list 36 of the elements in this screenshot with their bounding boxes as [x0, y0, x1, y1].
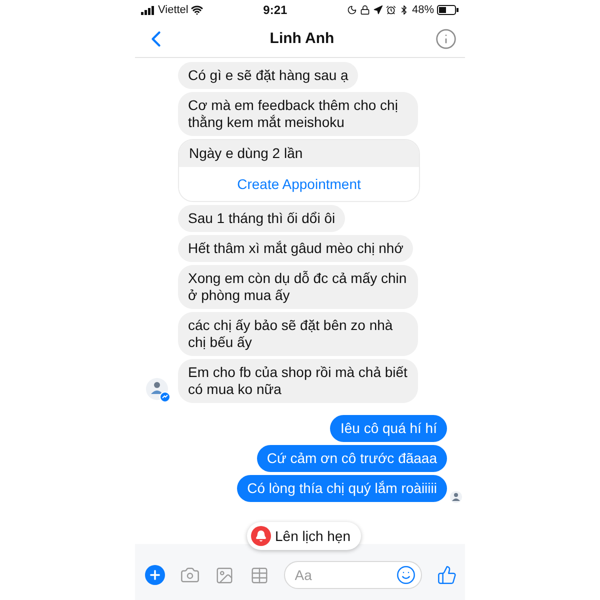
status-time: 9:21 [263, 3, 288, 17]
camera-button[interactable] [180, 565, 200, 585]
message-bubble: Cơ mà em feedback thêm cho chị thằng kem mắt meishoku [178, 92, 418, 136]
info-icon[interactable] [435, 28, 457, 50]
message-bubble: Hết thâm xì mắt gâud mèo chị nhớ [178, 235, 414, 262]
signal-icon [141, 6, 155, 14]
moon-icon [346, 5, 357, 15]
message-bubble: Cứ cảm ơn cô trước đãaaa [256, 445, 447, 472]
message-bubble: Có lòng thía chị quý lắm roàiiiii [237, 475, 447, 502]
message-bubble: Có gì e sẽ đặt hàng sau ạ [178, 62, 358, 89]
avatar-icon [145, 377, 171, 403]
battery-icon [437, 5, 459, 15]
message-field[interactable]: Aa [284, 561, 422, 589]
message-bubble: Em cho fb của shop rồi mà chả biết có mua ko nữa [178, 359, 418, 403]
reminder-button[interactable]: Lên lịch hẹn [247, 522, 361, 550]
wifi-icon [191, 4, 204, 16]
message-bubble: Xong em còn dụ dỗ đc cả mấy chin ở phòng mua ấy [178, 265, 418, 309]
table-button[interactable] [250, 566, 269, 584]
plus-icon [148, 568, 162, 582]
contact-name: Linh Anh [270, 30, 334, 47]
message-bubble: các chị ấy bảo sẽ đặt bên zo nhà chị bếu ấy [178, 312, 418, 356]
bluetooth-icon [398, 5, 409, 15]
gallery-button[interactable] [215, 566, 234, 584]
message-text: Ngày e dùng 2 lần [179, 140, 419, 167]
add-button[interactable] [145, 565, 165, 585]
message-bubble: Sau 1 tháng thì ối dổi ôi [178, 205, 346, 232]
alarm-icon [386, 5, 396, 15]
read-receipt-icon [450, 491, 462, 503]
emoji-button[interactable] [396, 565, 416, 585]
like-button[interactable] [436, 565, 457, 585]
bell-icon [255, 530, 267, 542]
battery-percent: 48% [412, 4, 434, 16]
location-icon [372, 5, 383, 15]
carrier-name: Viettel [158, 4, 188, 16]
lock-icon [360, 5, 370, 15]
message-bubble: Iêu cô quá hí hí [330, 415, 447, 442]
